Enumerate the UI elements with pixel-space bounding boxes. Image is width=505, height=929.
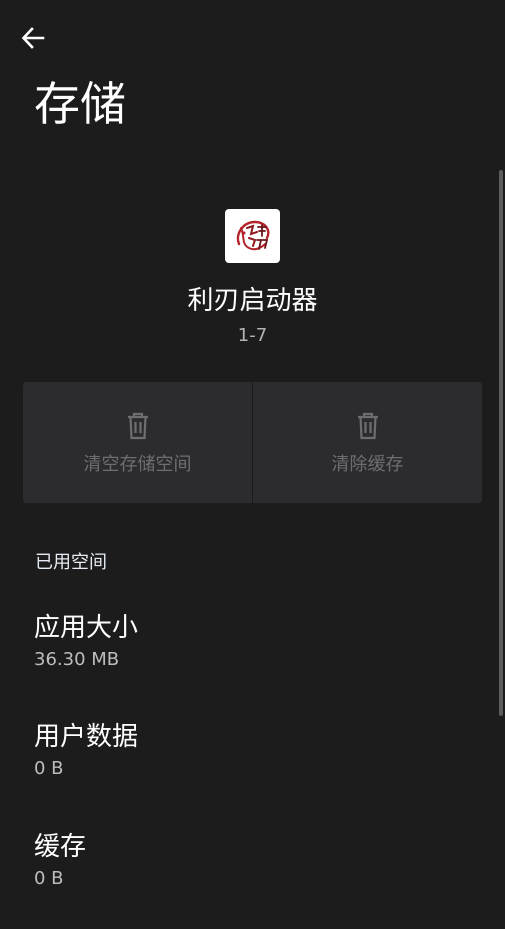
- scrollbar[interactable]: [499, 170, 503, 716]
- clear-storage-label: 清空存储空间: [83, 454, 192, 475]
- user-data-value: 0 B: [34, 758, 64, 779]
- page-title: 存储: [34, 77, 126, 131]
- cache-title: 缓存: [34, 832, 87, 862]
- app-size-title: 应用大小: [34, 613, 139, 643]
- trash-icon: [126, 412, 150, 444]
- arrow-back-icon: [20, 25, 46, 55]
- app-version: 1-7: [237, 325, 268, 346]
- user-data-title: 用户数据: [34, 722, 139, 752]
- clear-cache-label: 清除缓存: [331, 454, 404, 475]
- used-space-section-header: 已用空间: [35, 552, 107, 573]
- clear-storage-button[interactable]: 清空存储空间: [23, 382, 252, 503]
- storage-actions-card: 清空存储空间 清除缓存: [23, 382, 482, 503]
- user-data-item[interactable]: 用户数据 0 B: [0, 719, 495, 819]
- app-logo-icon: [225, 209, 280, 263]
- cache-item[interactable]: 缓存 0 B: [0, 829, 495, 929]
- trash-icon: [356, 412, 380, 444]
- app-name: 利刃启动器: [187, 286, 318, 316]
- app-size-item[interactable]: 应用大小 36.30 MB: [0, 610, 495, 710]
- app-size-value: 36.30 MB: [34, 649, 120, 670]
- back-button[interactable]: [20, 22, 60, 58]
- clear-cache-button[interactable]: 清除缓存: [253, 382, 482, 503]
- cache-value: 0 B: [34, 868, 64, 889]
